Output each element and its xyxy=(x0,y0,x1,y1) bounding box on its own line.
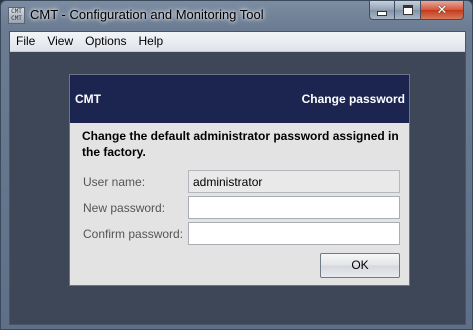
menu-options[interactable]: Options xyxy=(79,32,132,51)
confirm-password-label: Confirm password: xyxy=(83,227,184,241)
change-password-dialog: CMT Change password Change the default a… xyxy=(69,74,410,286)
main-window: CMT CMT CMT - Configuration and Monitorin… xyxy=(0,0,473,330)
maximize-icon xyxy=(402,5,413,15)
dialog-header: CMT Change password xyxy=(70,75,409,123)
minimize-icon xyxy=(377,10,387,16)
minimize-button[interactable] xyxy=(369,1,395,20)
title-bar[interactable]: CMT CMT CMT - Configuration and Monitorin… xyxy=(1,1,472,31)
cmt-app-icon[interactable]: CMT CMT xyxy=(8,7,25,24)
maximize-button[interactable] xyxy=(395,1,421,20)
dialog-app-name: CMT xyxy=(75,92,101,106)
username-field[interactable] xyxy=(188,170,400,193)
dialog-body: Change the default administrator passwor… xyxy=(70,123,409,285)
menu-help[interactable]: Help xyxy=(133,32,170,51)
new-password-label: New password: xyxy=(83,201,166,215)
window-title: CMT - Configuration and Monitoring Tool xyxy=(30,7,264,22)
new-password-field[interactable] xyxy=(188,196,400,219)
workspace: CMT Change password Change the default a… xyxy=(10,52,465,324)
username-label: User name: xyxy=(83,175,146,189)
menu-view[interactable]: View xyxy=(41,32,79,51)
dialog-title: Change password xyxy=(301,92,405,106)
menu-file[interactable]: File xyxy=(10,32,41,51)
ok-button[interactable]: OK xyxy=(320,253,400,278)
close-button[interactable]: ✕ xyxy=(421,1,464,20)
confirm-password-field[interactable] xyxy=(188,222,400,245)
caption-buttons: ✕ xyxy=(369,1,464,20)
dialog-intro-text: Change the default administrator passwor… xyxy=(82,129,399,159)
client-area: File View Options Help CMT Change passwo… xyxy=(9,31,466,325)
close-icon: ✕ xyxy=(436,2,448,18)
menu-bar: File View Options Help xyxy=(10,32,465,52)
